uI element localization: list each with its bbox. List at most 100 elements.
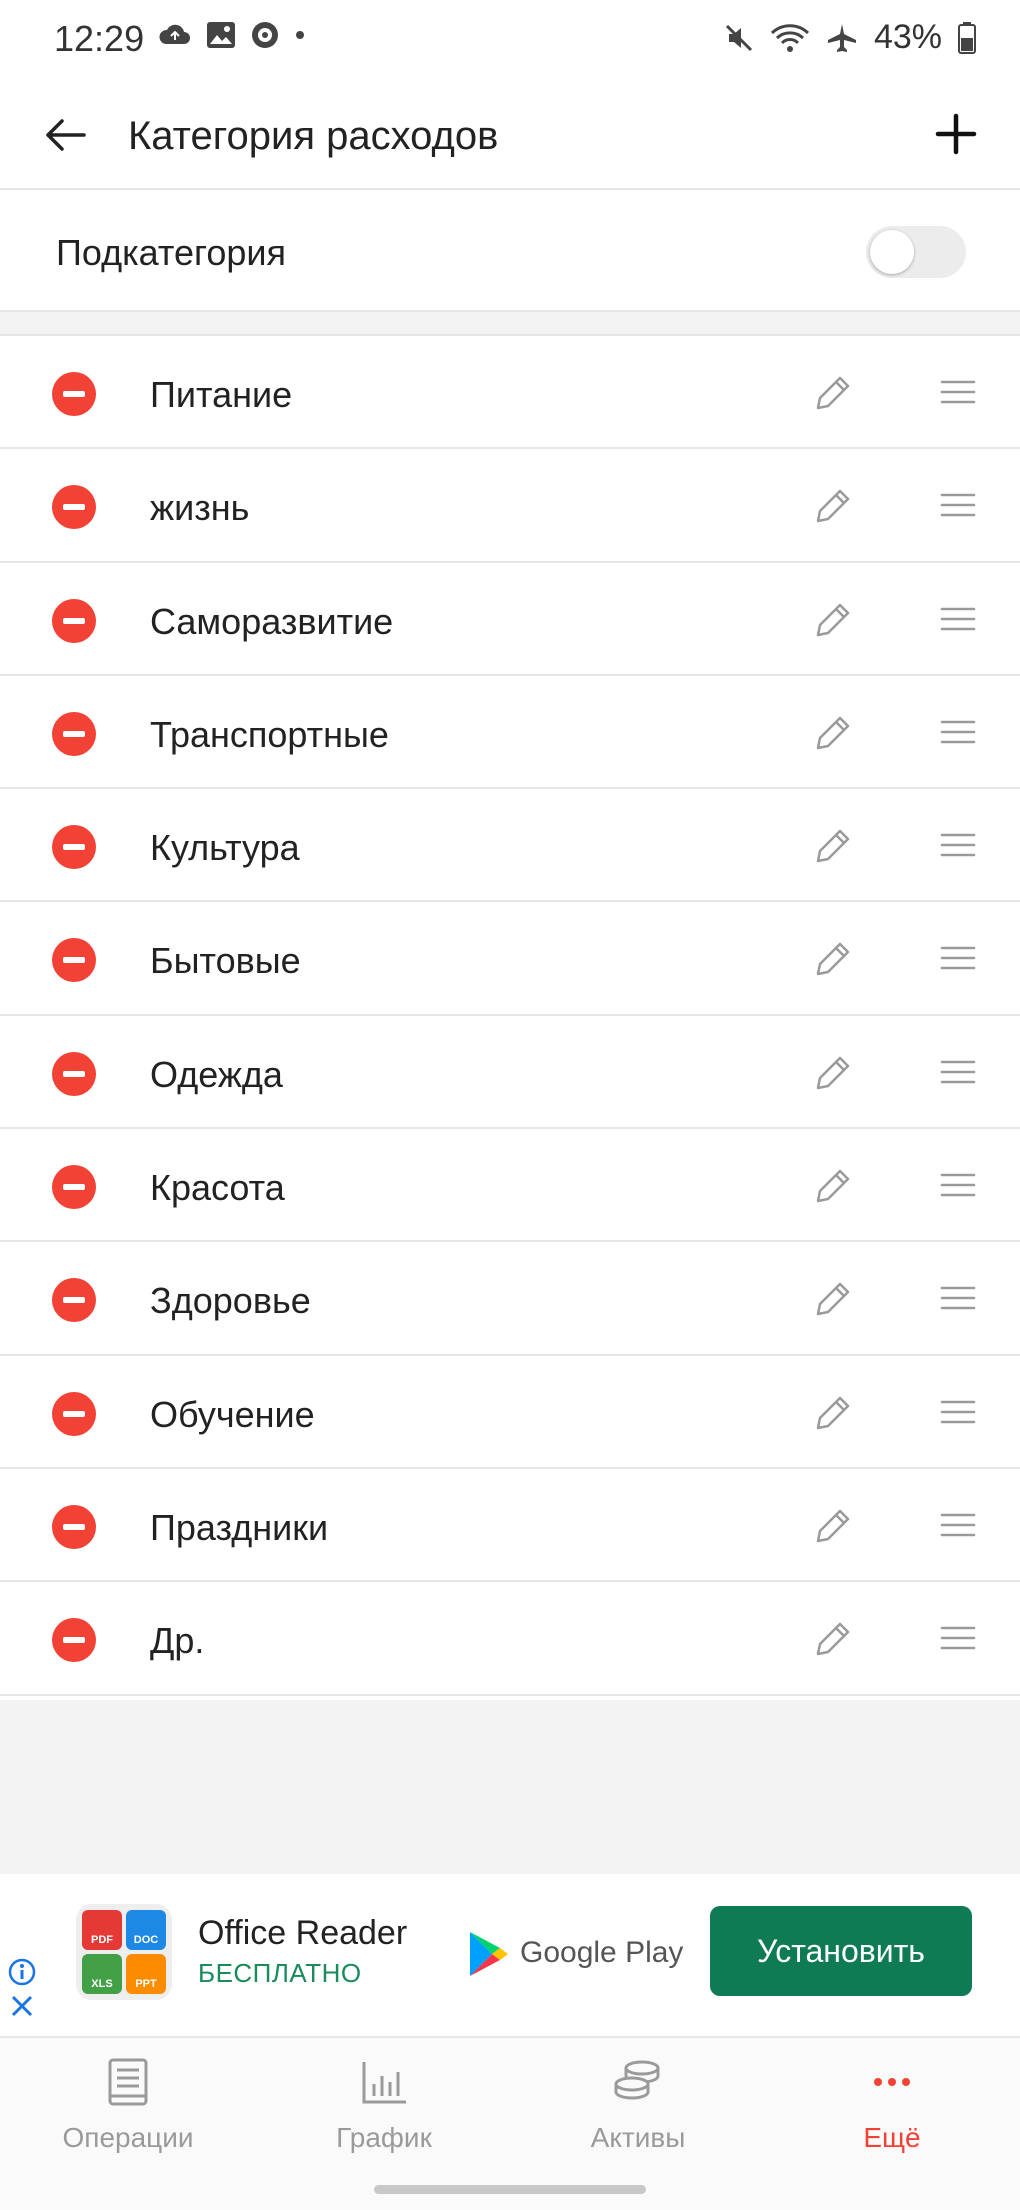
list-item[interactable]: Здоровье — [0, 1242, 1020, 1356]
status-time: 12:29 — [54, 18, 145, 59]
pencil-icon[interactable] — [810, 710, 856, 756]
ad-app-icon[interactable]: PDF DOC XLS PPT — [76, 1904, 172, 2000]
info-icon[interactable] — [8, 1958, 36, 1986]
drag-handle-icon[interactable] — [938, 938, 978, 978]
remove-icon[interactable] — [52, 1504, 96, 1549]
list-item[interactable]: Культура — [0, 789, 1020, 903]
remove-icon[interactable] — [52, 1618, 96, 1663]
nav-assets[interactable]: Активы — [538, 2054, 738, 2154]
pencil-icon[interactable] — [810, 1276, 856, 1322]
category-label: Питание — [150, 374, 293, 415]
back-arrow-icon[interactable] — [40, 110, 90, 160]
pencil-icon[interactable] — [810, 1390, 856, 1436]
remove-icon[interactable] — [52, 711, 96, 756]
pencil-icon[interactable] — [810, 1503, 856, 1549]
drag-handle-icon[interactable] — [938, 1392, 978, 1432]
category-label: Бытовые — [150, 940, 301, 982]
category-label: Здоровье — [150, 1280, 311, 1322]
wifi-icon — [770, 23, 809, 52]
list-item[interactable]: Саморазвитие — [0, 562, 1020, 676]
nav-label: Активы — [590, 2122, 686, 2153]
shield-icon — [252, 22, 278, 48]
category-list: Питание жизнь Саморазвитие Транспортные Куль… — [0, 336, 1020, 1696]
bottom-nav: Операции График Активы Ещё — [0, 2036, 1020, 2210]
close-icon[interactable] — [10, 1994, 34, 2018]
list-item[interactable]: Питание — [0, 336, 1020, 450]
list-item[interactable]: Одежда — [0, 1015, 1020, 1130]
subcategory-row: Подкатегория — [0, 190, 1020, 310]
list-item[interactable]: жизнь — [0, 449, 1020, 563]
remove-icon[interactable] — [52, 1051, 96, 1096]
list-item[interactable]: Красота — [0, 1129, 1020, 1243]
remove-icon[interactable] — [52, 938, 96, 983]
ad-title[interactable]: Office Reader — [198, 1914, 407, 1953]
airplane-icon — [827, 23, 856, 52]
drag-handle-icon[interactable] — [938, 485, 978, 525]
list-item[interactable]: Праздники — [0, 1468, 1020, 1583]
coins-icon — [614, 2060, 660, 2100]
drag-handle-icon[interactable] — [938, 372, 978, 412]
remove-icon[interactable] — [52, 598, 96, 643]
pencil-icon[interactable] — [810, 370, 856, 416]
toggle-knob — [870, 230, 914, 274]
google-play-icon — [470, 1932, 508, 1976]
list-item[interactable]: Бытовые — [0, 902, 1020, 1016]
drag-handle-icon[interactable] — [938, 712, 978, 752]
pencil-icon[interactable] — [810, 936, 856, 982]
pencil-icon[interactable] — [810, 1050, 856, 1096]
store-name: Google Play — [520, 1936, 684, 1969]
dot-icon — [296, 31, 304, 39]
category-label: Праздники — [150, 1506, 329, 1548]
list-item[interactable]: Др. — [0, 1582, 1020, 1696]
page-title: Категория расходов — [128, 114, 499, 158]
remove-icon[interactable] — [52, 372, 96, 416]
more-dots-icon — [874, 2078, 910, 2086]
list-item[interactable]: Транспортные — [0, 675, 1020, 790]
nav-label: Ещё — [863, 2122, 921, 2153]
status-bar: 12:29 43% — [0, 0, 1020, 80]
remove-icon[interactable] — [52, 1278, 96, 1323]
list-item[interactable]: Обучение — [0, 1355, 1020, 1469]
install-button[interactable]: Установить — [710, 1906, 972, 1996]
drag-handle-icon[interactable] — [938, 1618, 978, 1658]
drag-handle-icon[interactable] — [938, 1278, 978, 1318]
remove-icon[interactable] — [52, 1391, 96, 1436]
drag-handle-icon[interactable] — [938, 599, 978, 639]
category-label: Др. — [150, 1620, 205, 1662]
drag-handle-icon[interactable] — [938, 1505, 978, 1545]
battery-icon — [958, 21, 976, 54]
home-indicator[interactable] — [374, 2185, 646, 2194]
remove-icon[interactable] — [52, 1165, 96, 1210]
book-icon — [108, 2058, 148, 2106]
nav-label: График — [336, 2122, 432, 2153]
image-icon — [207, 22, 235, 48]
nav-chart[interactable]: График — [284, 2054, 484, 2154]
category-label: жизнь — [150, 487, 250, 529]
remove-icon[interactable] — [52, 825, 96, 870]
empty-area — [0, 1700, 1020, 1874]
drag-handle-icon[interactable] — [938, 1052, 978, 1092]
remove-icon[interactable] — [52, 485, 96, 530]
ad-banner[interactable]: PDF DOC XLS PPT Office Reader БЕСПЛАТНО … — [0, 1874, 1020, 2036]
divider — [0, 310, 1020, 336]
subcategory-toggle[interactable] — [866, 226, 966, 278]
drag-handle-icon[interactable] — [938, 1165, 978, 1205]
pencil-icon[interactable] — [810, 823, 856, 869]
category-label: Саморазвитие — [150, 600, 394, 642]
pencil-icon[interactable] — [810, 483, 856, 529]
nav-operations[interactable]: Операции — [28, 2054, 228, 2154]
pencil-icon[interactable] — [810, 1163, 856, 1209]
pencil-icon[interactable] — [810, 1616, 856, 1662]
add-icon[interactable] — [930, 108, 982, 160]
nav-more[interactable]: Ещё — [792, 2054, 992, 2154]
cloud-icon — [159, 24, 190, 44]
drag-handle-icon[interactable] — [938, 825, 978, 865]
ppt-tile: PPT — [126, 1954, 166, 1994]
ad-subtitle: БЕСПЛАТНО — [198, 1958, 362, 1988]
nav-label: Операции — [62, 2122, 194, 2153]
xls-tile: XLS — [82, 1954, 122, 1994]
category-label: Транспортные — [150, 713, 389, 755]
category-label: Одежда — [150, 1053, 283, 1095]
category-label: Красота — [150, 1167, 285, 1209]
pencil-icon[interactable] — [810, 597, 856, 643]
